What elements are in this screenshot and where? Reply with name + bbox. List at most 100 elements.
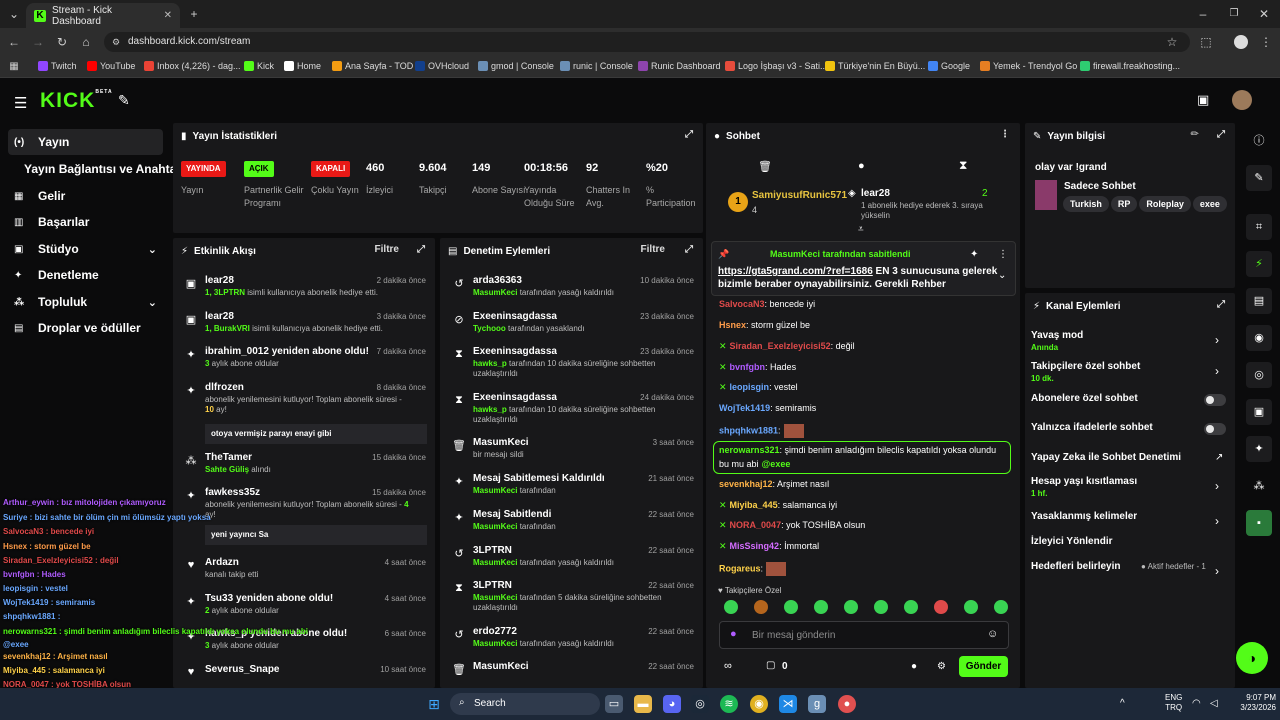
chat-username[interactable]: bvnfgbn — [730, 362, 766, 372]
chat-username[interactable]: leopisgin — [730, 382, 770, 392]
channel-action-row[interactable]: Hedefleri belirleyin ● Aktif hedefler - 1 — [1031, 561, 1229, 572]
emote-icon[interactable] — [724, 600, 738, 614]
channel-action-row[interactable]: Abonelere özel sohbet — [1031, 393, 1229, 404]
emote-icon[interactable] — [934, 600, 948, 614]
minimize-icon[interactable]: – — [1193, 4, 1213, 24]
tray-chevron-icon[interactable]: ^ — [1120, 698, 1125, 709]
chat-username[interactable]: NORA_0047 — [730, 520, 782, 530]
chevron-right-icon[interactable]: › — [1215, 333, 1219, 347]
task-view-icon[interactable]: ▭ — [605, 695, 623, 713]
document-icon[interactable]: ▤ — [1246, 288, 1272, 314]
channel-action-row[interactable]: Hesap yaşı kısıtlaması 1 hf. — [1031, 476, 1229, 498]
bookmark-13[interactable]: Yemek - Trendyol Go — [980, 61, 1077, 71]
chevron-right-icon[interactable]: › — [1215, 479, 1219, 493]
channel-action-row[interactable]: Yavaş mod Anında — [1031, 330, 1229, 352]
maximize-icon[interactable]: ❐ — [1224, 4, 1244, 24]
tag-chip[interactable]: Turkish — [1063, 196, 1109, 212]
toggle-switch[interactable] — [1204, 394, 1226, 406]
bookmark-3[interactable]: Kick — [244, 61, 274, 71]
bookmark-4[interactable]: Home — [284, 61, 321, 71]
emote-icon[interactable] — [964, 600, 978, 614]
sidebar-item-2[interactable]: ▦ Gelir — [8, 183, 163, 209]
sidebar-item-0[interactable]: (•) Yayın — [8, 129, 163, 155]
tag-chip[interactable]: RP — [1110, 196, 1138, 212]
apps-grid-icon[interactable]: ▦ — [4, 57, 24, 77]
chat-username[interactable]: SalvocaN3 — [719, 299, 765, 309]
expand-icon[interactable]: ⤢ — [417, 244, 425, 255]
url-field[interactable]: dashboard.kick.com/stream — [104, 32, 1190, 52]
chat-settings-icon[interactable]: ⚙ — [937, 661, 946, 672]
wrench-icon[interactable]: ✦ — [1246, 436, 1272, 462]
clock[interactable]: 9:07 PM 3/23/2026 — [1228, 693, 1276, 713]
spotify-icon[interactable]: ≋ — [720, 695, 738, 713]
close-window-icon[interactable]: ✕ — [1254, 4, 1274, 24]
sidebar-item-7[interactable]: ▤ Droplar ve ödüller — [8, 315, 163, 341]
chat-username[interactable]: shpqhkw1881 — [719, 425, 778, 435]
bookmark-1[interactable]: YouTube — [87, 61, 135, 71]
community-icon[interactable]: ⁂ — [1246, 473, 1272, 499]
back-icon[interactable]: ← — [4, 32, 24, 52]
chevron-right-icon[interactable]: › — [1215, 364, 1219, 378]
bookmark-2[interactable]: Inbox (4,226) - dag... — [144, 61, 241, 71]
chat-username[interactable]: sevenkhaj12 — [719, 479, 773, 489]
screenshot-icon[interactable]: ▣ — [1197, 92, 1209, 108]
app-red-icon[interactable]: ● — [838, 695, 856, 713]
hamburger-menu-icon[interactable]: ☰ — [14, 94, 27, 112]
chevron-down-icon[interactable]: ⌄ — [148, 296, 157, 309]
chat-username[interactable]: Rogareus — [719, 563, 761, 573]
category-name[interactable]: Sadece Sohbet — [1064, 181, 1136, 192]
chat-username[interactable]: nerowarns321 — [719, 445, 780, 455]
site-info-icon[interactable]: ⚙ — [112, 37, 122, 47]
new-tab-icon[interactable]: + — [184, 4, 204, 24]
windows-start-icon[interactable]: ⊞ — [425, 695, 443, 713]
external-link-icon[interactable]: ↗ — [1215, 452, 1223, 463]
top-gifter-1-name[interactable]: SamiyusufRunic571 — [752, 190, 847, 201]
vscode-icon[interactable]: ⋊ — [779, 695, 797, 713]
emote-icon[interactable] — [814, 600, 828, 614]
pin-tool-icon[interactable]: ✎ — [118, 92, 130, 109]
collapse-arrow-icon[interactable]: ⩡ — [858, 224, 864, 235]
chat-username[interactable]: Siradan_Exelzleyicisi52 — [730, 341, 831, 351]
chat-menu-icon[interactable]: ⋮ — [1000, 129, 1010, 140]
bookmark-14[interactable]: firewall.freakhosting... — [1080, 61, 1180, 71]
chat-username[interactable]: Miyiba_445 — [730, 500, 778, 510]
expand-icon[interactable]: ⤢ — [685, 244, 693, 255]
chat-username[interactable]: WojTek1419 — [719, 403, 770, 413]
unpin-icon[interactable]: ✦ — [970, 249, 978, 260]
emote-icon[interactable] — [754, 600, 768, 614]
bookmark-6[interactable]: OVHcloud — [415, 61, 469, 71]
pinned-link[interactable]: https://gta5grand.com/?ref=1686 — [718, 266, 873, 277]
channel-action-row[interactable]: İzleyici Yönlendir — [1031, 536, 1229, 547]
infinity-icon[interactable]: ∞ — [724, 660, 732, 672]
bookmark-7[interactable]: gmod | Console — [478, 61, 554, 71]
bookmark-star-icon[interactable]: ☆ — [1162, 32, 1182, 52]
browser-tab[interactable]: K Stream - Kick Dashboard ✕ — [26, 3, 180, 28]
trash-icon[interactable]: 🗑 — [758, 160, 772, 173]
steam-icon[interactable]: ◎ — [691, 695, 709, 713]
bookmark-0[interactable]: Twitch — [38, 61, 77, 71]
moderation-filter-button[interactable]: Filtre — [641, 244, 665, 255]
mic-icon[interactable]: ● — [730, 628, 737, 640]
chat-mention[interactable]: @exee — [762, 459, 791, 469]
taskbar-search[interactable]: Search — [450, 693, 600, 715]
chat-username[interactable]: MisSsing42 — [730, 541, 780, 551]
chevron-down-icon[interactable]: ⌄ — [148, 243, 157, 256]
sidebar-item-6[interactable]: ⁂ Topluluk ⌄ — [8, 289, 163, 315]
forward-icon[interactable]: → — [28, 32, 48, 52]
channel-action-row[interactable]: Yasaklanmış kelimeler — [1031, 511, 1229, 522]
app-g-icon[interactable]: g — [808, 695, 826, 713]
edit-icon[interactable]: ✎ — [1246, 165, 1272, 191]
bookmark-11[interactable]: Türkiye'nin En Büyü... — [825, 61, 925, 71]
sidebar-item-3[interactable]: ▥ Başarılar — [8, 209, 163, 235]
chat-icon[interactable]: ◉ — [1246, 325, 1272, 351]
expand-chevron-icon[interactable]: ⌄ — [998, 270, 1006, 281]
profile-icon[interactable] — [1234, 35, 1248, 49]
emote-icon[interactable] — [784, 600, 798, 614]
toggle-switch[interactable] — [1204, 423, 1226, 435]
chat-bubble-icon[interactable]: ● — [858, 160, 865, 172]
sidebar-item-5[interactable]: ✦ Denetleme — [8, 262, 163, 288]
category-thumbnail[interactable] — [1035, 180, 1057, 210]
bolt-icon[interactable]: ⚡ — [1246, 251, 1272, 277]
close-tab-icon[interactable]: ✕ — [164, 10, 172, 21]
file-explorer-icon[interactable]: ▬ — [634, 695, 652, 713]
